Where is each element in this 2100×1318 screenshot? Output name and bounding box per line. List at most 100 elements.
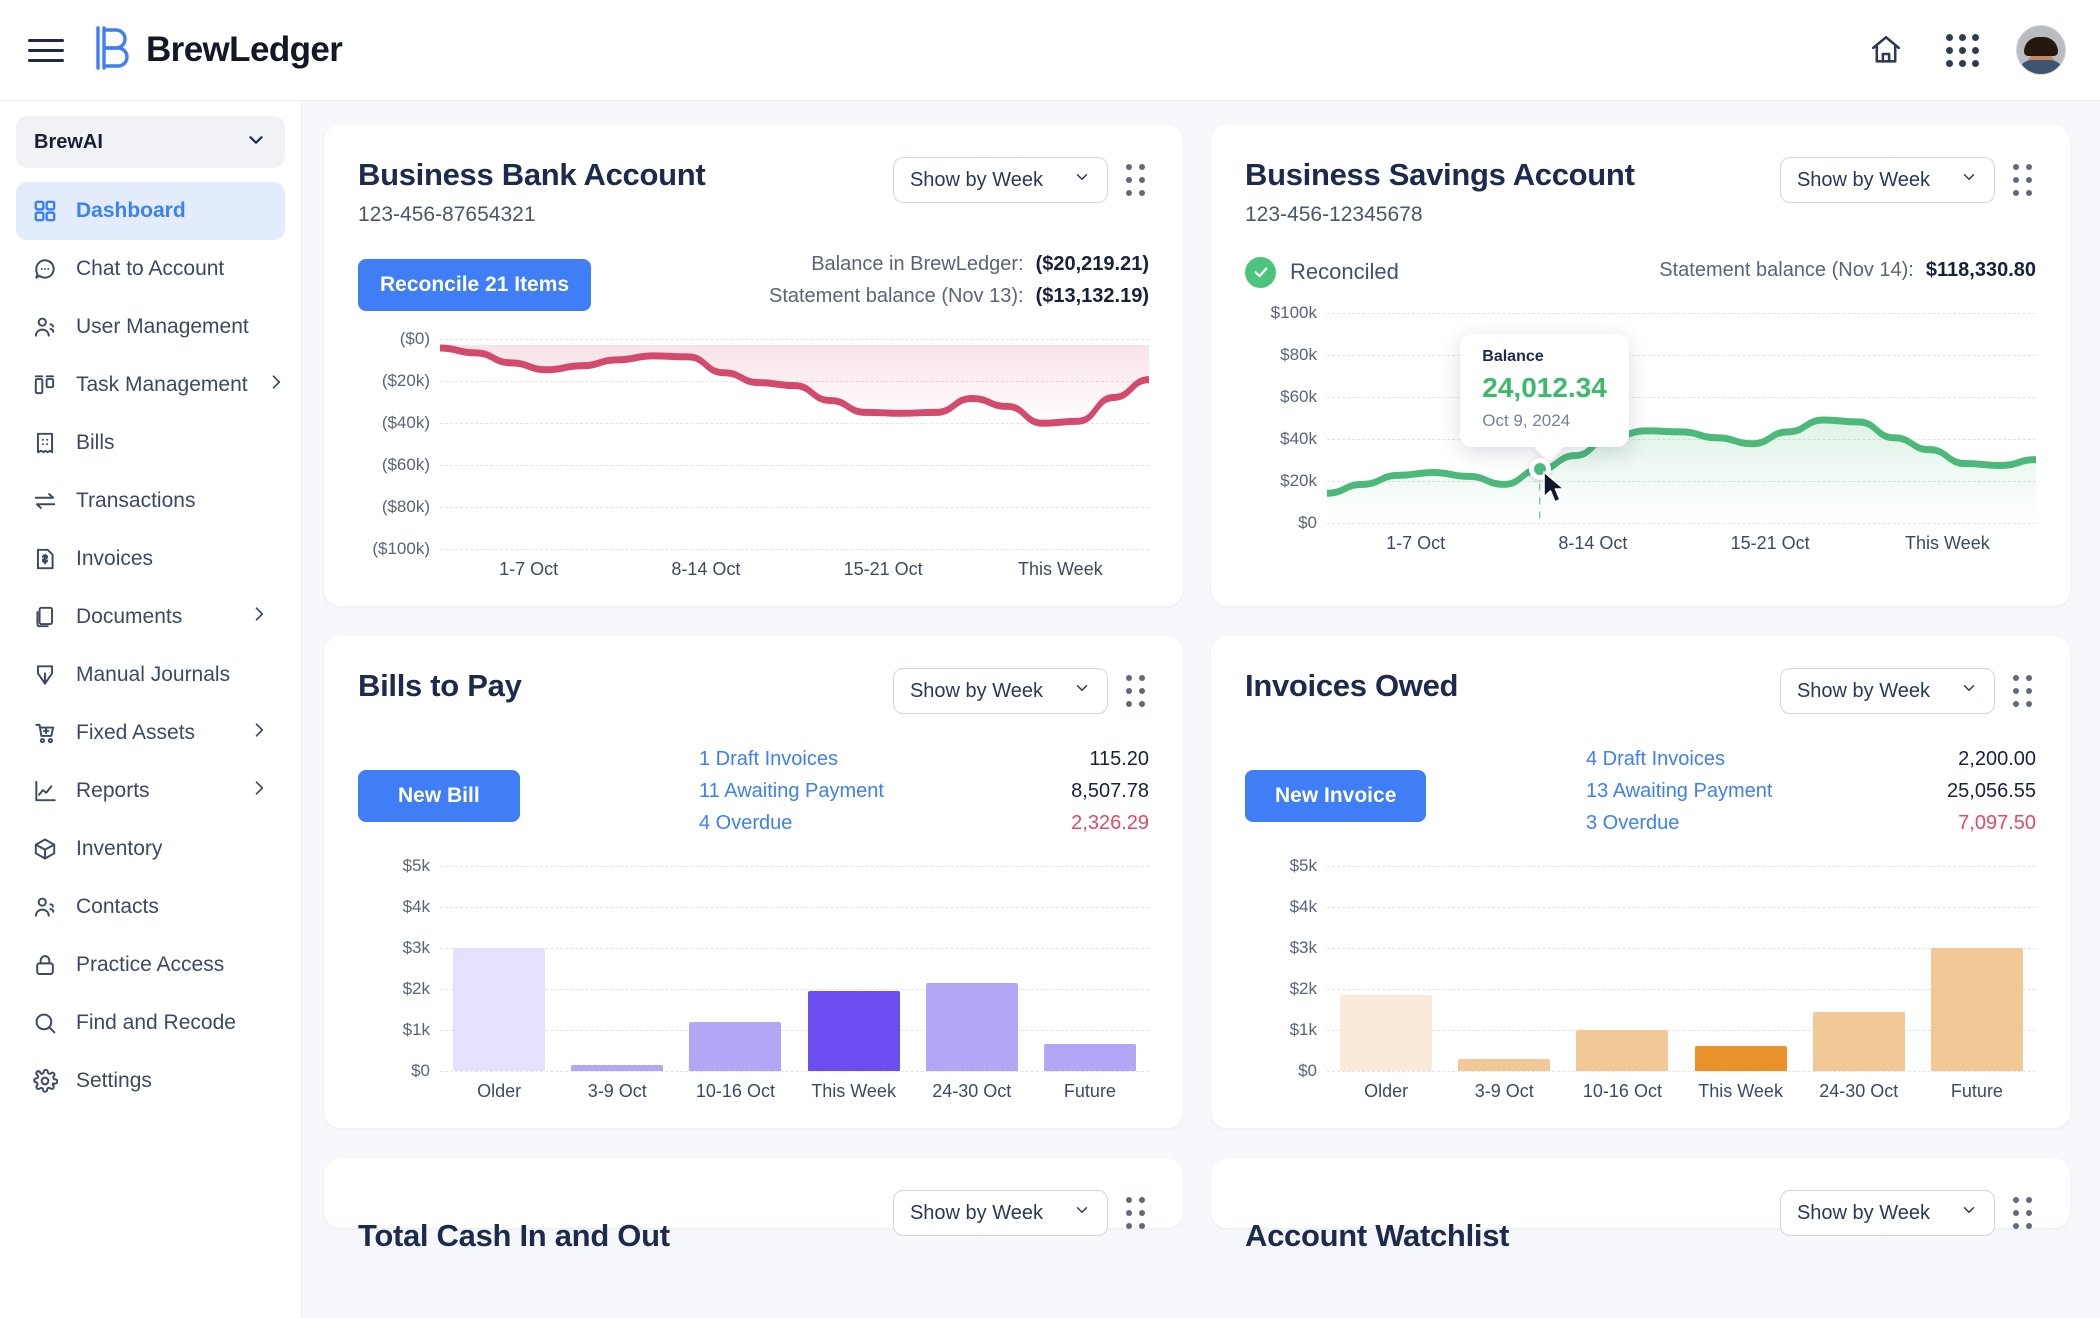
card-drag-handle[interactable] xyxy=(2009,671,2036,711)
sidebar-item-invoices[interactable]: Invoices xyxy=(16,530,285,588)
card-drag-handle[interactable] xyxy=(1122,1193,1149,1233)
bills-to-pay-chart: $5k $4k $3k $2k $1k $0 Older 3-9 Oct 10-16 Oct T… xyxy=(358,856,1149,1102)
bar[interactable] xyxy=(571,1064,664,1071)
bar-series xyxy=(1327,866,2036,1071)
sidebar-item-user-management[interactable]: User Management xyxy=(16,298,285,356)
bar-cell[interactable] xyxy=(1327,866,1445,1071)
summary-row: 13 Awaiting Payment 25,056.55 xyxy=(1586,780,2036,803)
card-drag-handle[interactable] xyxy=(2009,1193,2036,1233)
new-bill-button[interactable]: New Bill xyxy=(358,770,520,822)
bar-cell[interactable] xyxy=(676,866,794,1071)
period-select[interactable]: Show by Week xyxy=(892,1190,1108,1236)
bar[interactable] xyxy=(1930,948,2023,1071)
period-select-value: Show by Week xyxy=(1796,679,1930,702)
sidebar-item-dashboard[interactable]: Dashboard xyxy=(16,182,285,240)
bar-cell[interactable] xyxy=(795,866,913,1071)
y-tick-label: $3k xyxy=(1289,938,1317,957)
period-select-value: Show by Week xyxy=(909,679,1043,702)
y-tick-label: $3k xyxy=(402,938,430,957)
y-tick-label: $1k xyxy=(1289,1020,1317,1039)
summary-label[interactable]: 11 Awaiting Payment xyxy=(699,780,959,803)
sidebar-item-task-management[interactable]: Task Management xyxy=(16,356,285,414)
card-drag-handle[interactable] xyxy=(1122,160,1149,200)
bar[interactable] xyxy=(925,982,1018,1071)
bar[interactable] xyxy=(1340,995,1433,1071)
invoice-dollar-icon xyxy=(32,546,58,572)
bar[interactable] xyxy=(689,1021,782,1071)
hamburger-icon[interactable] xyxy=(28,35,64,65)
y-tick-label: $40k xyxy=(1280,429,1317,448)
card-business-bank-account: Business Bank Account 123-456-87654321 S… xyxy=(324,125,1183,606)
card-title: Bills to Pay xyxy=(358,668,522,703)
sidebar-item-label: Task Management xyxy=(76,373,248,396)
reconcile-button[interactable]: Reconcile 21 Items xyxy=(358,259,592,311)
summary-label[interactable]: 1 Draft Invoices xyxy=(699,748,959,771)
sidebar-item-reports[interactable]: Reports xyxy=(16,762,285,820)
new-invoice-button[interactable]: New Invoice xyxy=(1245,770,1427,822)
bar[interactable] xyxy=(1812,1011,1905,1071)
period-select[interactable]: Show by Week xyxy=(1779,157,1995,203)
sidebar-item-contacts[interactable]: Contacts xyxy=(16,878,285,936)
sidebar-item-find-and-recode[interactable]: Find and Recode xyxy=(16,994,285,1052)
sidebar-item-settings[interactable]: Settings xyxy=(16,1052,285,1110)
sidebar-item-fixed-assets[interactable]: Fixed Assets xyxy=(16,704,285,762)
period-select[interactable]: Show by Week xyxy=(1779,1190,1995,1236)
bar[interactable] xyxy=(1694,1046,1787,1071)
summary-label[interactable]: 3 Overdue xyxy=(1586,812,1846,835)
x-tick-label: 10-16 Oct xyxy=(1582,1081,1662,1101)
bar-cell[interactable] xyxy=(1563,866,1681,1071)
home-icon[interactable] xyxy=(1864,28,1908,72)
bar[interactable] xyxy=(807,991,900,1071)
bar-cell[interactable] xyxy=(1445,866,1563,1071)
summary-label[interactable]: 13 Awaiting Payment xyxy=(1586,780,1846,803)
x-tick-label: 24-30 Oct xyxy=(1819,1081,1899,1101)
y-tick-label: $2k xyxy=(1289,979,1317,998)
bar-cell[interactable] xyxy=(440,866,558,1071)
x-tick-label: 3-9 Oct xyxy=(587,1081,647,1101)
bar-series xyxy=(440,866,1149,1071)
sidebar-item-inventory[interactable]: Inventory xyxy=(16,820,285,878)
chevron-down-icon xyxy=(1960,168,1978,192)
card-drag-handle[interactable] xyxy=(2009,160,2036,200)
bar[interactable] xyxy=(453,948,546,1071)
invoices-actions: New Invoice 4 Draft Invoices 2,200.00 13 A… xyxy=(1245,748,2036,844)
bar-cell[interactable] xyxy=(558,866,676,1071)
bar[interactable] xyxy=(1576,1030,1669,1071)
y-tick-label: $80k xyxy=(1280,345,1317,364)
chevron-right-icon xyxy=(249,778,269,804)
sidebar-item-practice-access[interactable]: Practice Access xyxy=(16,936,285,994)
bank-actions: Reconcile 21 Items Balance in BrewLedger… xyxy=(358,253,1149,317)
avatar[interactable] xyxy=(2016,25,2066,75)
statement-value: ($13,132.19) xyxy=(1035,285,1149,307)
statement-label: Statement balance (Nov 13): xyxy=(768,285,1024,307)
x-tick-label: 24-30 Oct xyxy=(932,1081,1012,1101)
y-tick-label: $0 xyxy=(1298,1061,1317,1080)
bar-cell[interactable] xyxy=(1682,866,1800,1071)
bar-cell[interactable] xyxy=(1031,866,1149,1071)
period-select[interactable]: Show by Week xyxy=(892,157,1108,203)
summary-label[interactable]: 4 Overdue xyxy=(699,812,959,835)
bar-cell[interactable] xyxy=(1918,866,2036,1071)
period-select[interactable]: Show by Week xyxy=(1779,668,1995,714)
org-selector[interactable]: BrewAI xyxy=(16,116,285,168)
bar-cell[interactable] xyxy=(1800,866,1918,1071)
cart-plus-icon xyxy=(32,720,58,746)
bar[interactable] xyxy=(1458,1058,1551,1071)
period-select[interactable]: Show by Week xyxy=(892,668,1108,714)
bar-cell[interactable] xyxy=(913,866,1031,1071)
sidebar-item-label: Inventory xyxy=(76,837,163,860)
sidebar-item-documents[interactable]: Documents xyxy=(16,588,285,646)
sidebar-item-chat-to-account[interactable]: Chat to Account xyxy=(16,240,285,298)
card-invoices-owed: Invoices Owed Show by Week New Invoice 4… xyxy=(1211,636,2070,1128)
summary-amount: 2,200.00 xyxy=(1958,748,2036,770)
brand[interactable]: BrewLedger xyxy=(90,24,343,77)
sidebar-item-transactions[interactable]: Transactions xyxy=(16,472,285,530)
bar[interactable] xyxy=(1043,1044,1136,1071)
sidebar-item-manual-journals[interactable]: Manual Journals xyxy=(16,646,285,704)
apps-grid-icon[interactable] xyxy=(1940,28,1984,72)
summary-label[interactable]: 4 Draft Invoices xyxy=(1586,748,1846,771)
tooltip-date: Oct 9, 2024 xyxy=(1482,411,1571,431)
sidebar-item-bills[interactable]: Bills xyxy=(16,414,285,472)
card-header: Business Bank Account 123-456-87654321 S… xyxy=(358,157,1149,227)
card-drag-handle[interactable] xyxy=(1122,671,1149,711)
